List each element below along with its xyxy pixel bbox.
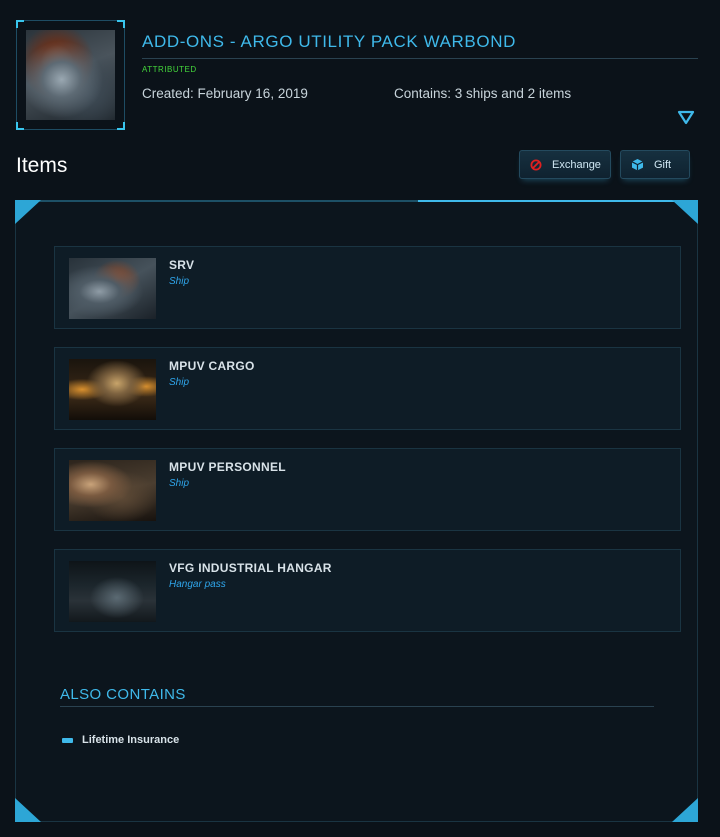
corner-ornament-top-left <box>15 200 41 224</box>
also-contains-divider <box>60 706 654 707</box>
gift-button-label: Gift <box>654 158 672 171</box>
exchange-button-label: Exchange <box>552 158 601 171</box>
items-heading: Items <box>16 154 68 177</box>
no-entry-icon <box>530 159 542 170</box>
item-card[interactable]: MPUV CARGO Ship <box>54 347 681 430</box>
corner-ornament-bottom-left <box>15 798 41 822</box>
item-type: Ship <box>169 276 190 287</box>
package-thumbnail-frame <box>16 20 125 130</box>
panel-top-border <box>15 200 698 202</box>
also-contains-item: Lifetime Insurance <box>62 734 179 746</box>
package-thumbnail <box>26 30 115 120</box>
item-card[interactable]: SRV Ship <box>54 246 681 329</box>
item-thumbnail <box>69 359 156 420</box>
created-date: Created: February 16, 2019 <box>142 86 308 101</box>
item-thumbnail <box>69 258 156 319</box>
exchange-button[interactable]: Exchange <box>519 150 611 179</box>
title-divider <box>142 58 698 59</box>
status-badge: ATTRIBUTED <box>142 65 197 74</box>
also-contains-heading: ALSO CONTAINS <box>60 686 186 703</box>
item-type: Ship <box>169 478 190 489</box>
gift-cube-icon <box>631 159 644 171</box>
item-card[interactable]: VFG INDUSTRIAL HANGAR Hangar pass <box>54 549 681 632</box>
item-card[interactable]: MPUV PERSONNEL Ship <box>54 448 681 531</box>
gift-button[interactable]: Gift <box>620 150 690 179</box>
dash-icon <box>62 737 73 743</box>
item-type: Hangar pass <box>169 579 226 590</box>
contents-summary: Contains: 3 ships and 2 items <box>394 86 572 101</box>
corner-ornament-top-right <box>672 200 698 224</box>
also-contains-label: Lifetime Insurance <box>82 734 180 746</box>
item-name: MPUV PERSONNEL <box>169 460 286 474</box>
chevron-down-icon[interactable] <box>677 110 695 126</box>
item-name: VFG INDUSTRIAL HANGAR <box>169 561 332 575</box>
corner-ornament-bottom-right <box>672 798 698 822</box>
item-name: MPUV CARGO <box>169 359 255 373</box>
item-name: SRV <box>169 258 195 272</box>
item-thumbnail <box>69 561 156 622</box>
package-title: ADD-ONS - ARGO UTILITY PACK WARBOND <box>142 32 516 51</box>
item-type: Ship <box>169 377 190 388</box>
item-thumbnail <box>69 460 156 521</box>
